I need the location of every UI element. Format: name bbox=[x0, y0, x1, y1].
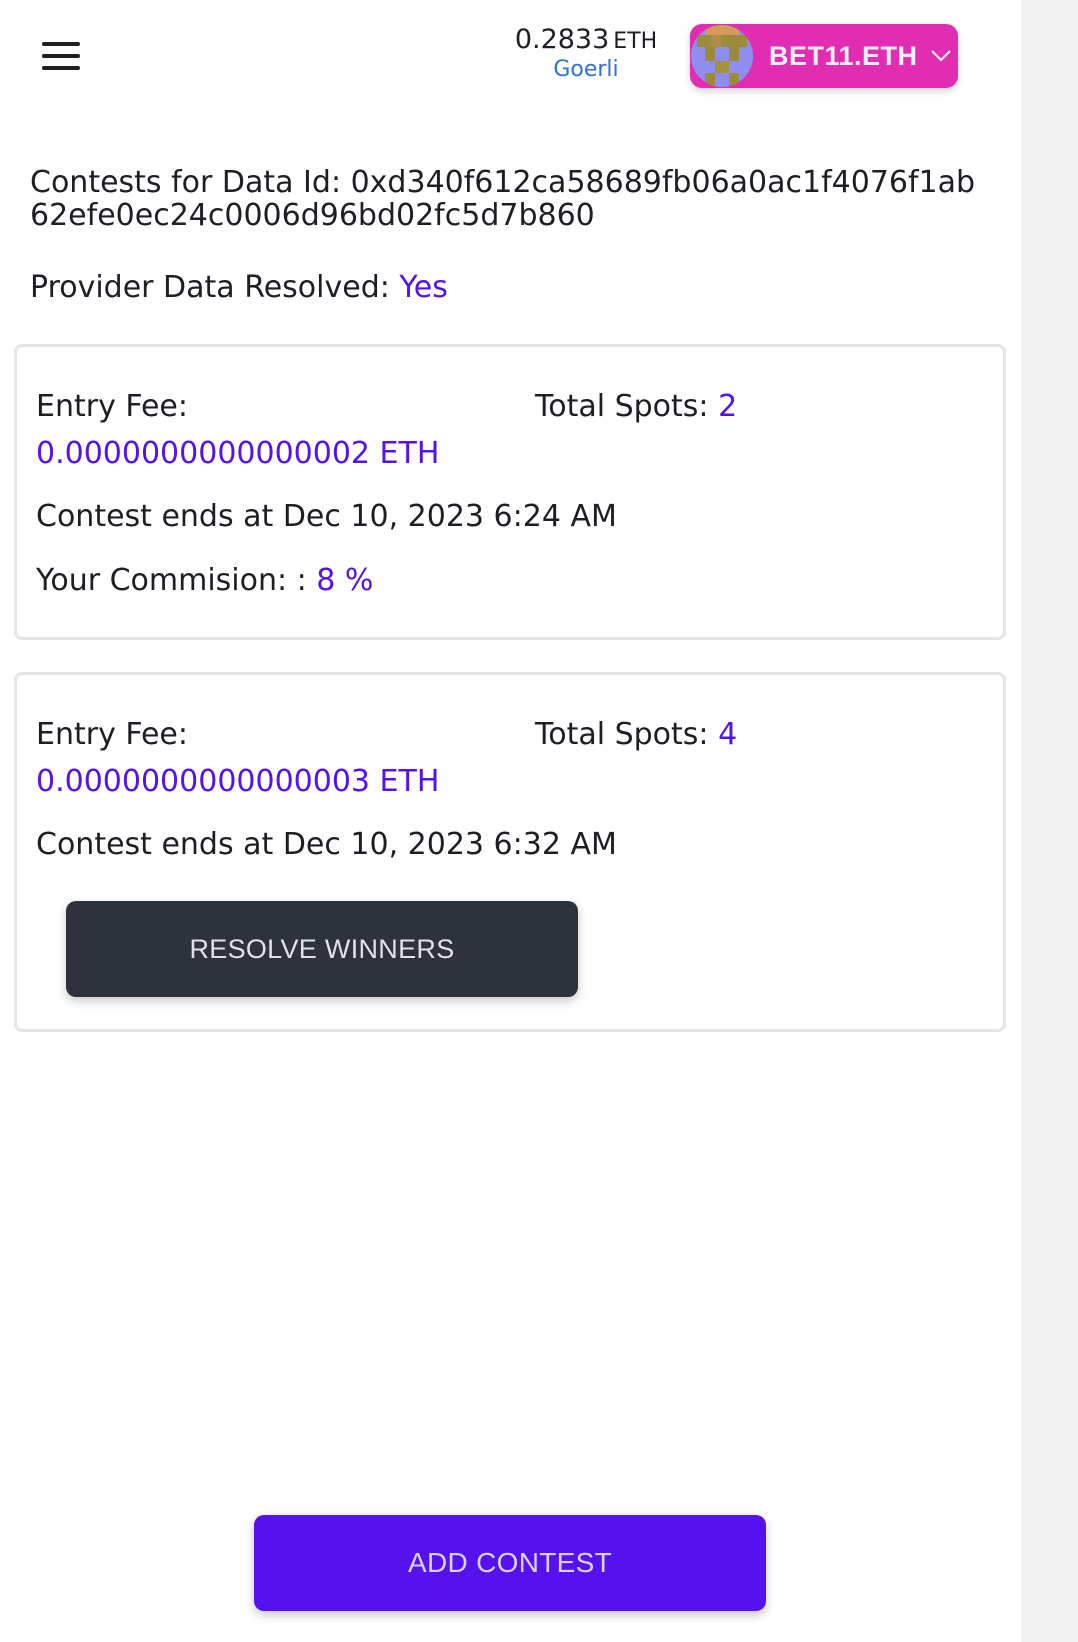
account-button[interactable]: BET11.ETH bbox=[690, 24, 958, 88]
entry-fee-value: 0.0000000000000003 ETH bbox=[36, 764, 440, 799]
entry-fee-value: 0.0000000000000002 ETH bbox=[36, 436, 440, 471]
add-contest-button[interactable]: ADD CONTEST bbox=[254, 1515, 766, 1611]
total-spots-value: 4 bbox=[718, 717, 738, 752]
contest-card: Entry Fee: Total Spots: 4 0.000000000000… bbox=[14, 672, 1006, 1032]
commission-value: 8 % bbox=[316, 563, 374, 598]
chevron-down-icon bbox=[930, 50, 951, 62]
total-spots: Total Spots: 4 bbox=[535, 717, 737, 752]
total-spots-label: Total Spots: bbox=[535, 389, 709, 424]
provider-resolved-value: Yes bbox=[399, 270, 448, 305]
commission-label: Your Commision: : bbox=[36, 563, 307, 598]
entry-fee-label: Entry Fee: bbox=[36, 389, 188, 424]
resolve-winners-button[interactable]: RESOLVE WINNERS bbox=[66, 901, 578, 997]
network-name: Goerli bbox=[553, 57, 619, 82]
contest-card: Entry Fee: Total Spots: 2 0.000000000000… bbox=[14, 344, 1006, 640]
provider-resolved-status: Provider Data Resolved: Yes bbox=[30, 270, 448, 305]
scrollbar-gutter[interactable] bbox=[1021, 0, 1078, 1642]
balance-amount: 0.2833 bbox=[514, 24, 610, 55]
total-spots-value: 2 bbox=[718, 389, 738, 424]
total-spots-label: Total Spots: bbox=[535, 717, 709, 752]
contests-data-id-heading: Contests for Data Id: 0xd340f612ca58689f… bbox=[30, 166, 990, 232]
provider-resolved-label: Provider Data Resolved: bbox=[30, 270, 390, 305]
account-name: BET11.ETH bbox=[769, 40, 918, 71]
commission: Your Commision: : 8 % bbox=[36, 563, 373, 598]
contest-end-time: Contest ends at Dec 10, 2023 6:24 AM bbox=[36, 499, 617, 534]
data-id-label: Contests for Data Id: bbox=[30, 165, 342, 200]
hamburger-menu-icon[interactable] bbox=[42, 40, 80, 72]
entry-fee-label: Entry Fee: bbox=[36, 717, 188, 752]
total-spots: Total Spots: 2 bbox=[535, 389, 737, 424]
contest-end-time: Contest ends at Dec 10, 2023 6:32 AM bbox=[36, 827, 617, 862]
balance-unit: ETH bbox=[613, 29, 658, 54]
account-avatar bbox=[691, 25, 753, 87]
wallet-balance: 0.2833 ETH Goerli bbox=[500, 24, 672, 82]
